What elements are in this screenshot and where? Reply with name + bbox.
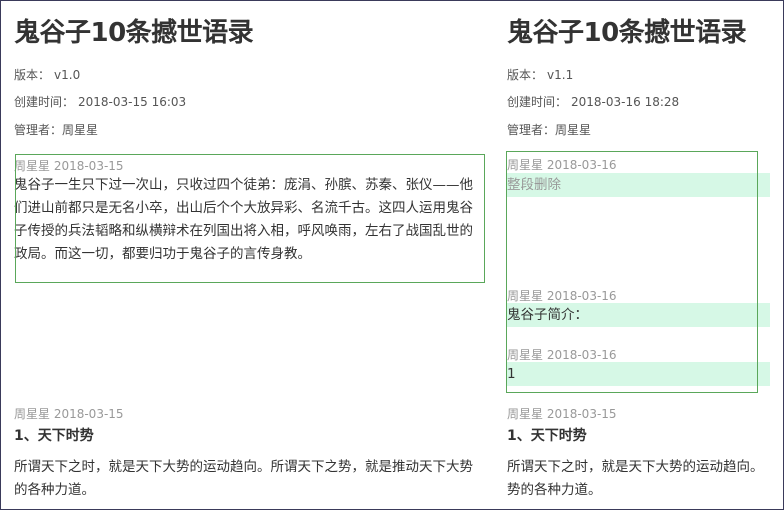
- section-paragraph[interactable]: 所谓天下之时，就是天下大势的运动趋向。所谓天下之势，就是推动天下大势的各种力道。: [14, 456, 484, 502]
- manager-value: 周星星: [62, 123, 99, 137]
- section-heading: 1、天下时势: [14, 428, 94, 444]
- manager-value: 周星星: [555, 123, 592, 137]
- created-row: 创建时间： 2018-03-16 18:28: [507, 93, 679, 110]
- created-row: 创建时间： 2018-03-15 16:03: [14, 93, 186, 110]
- created-label: 创建时间：: [507, 95, 568, 109]
- diff-change-box: [506, 151, 758, 393]
- version-label: 版本：: [507, 68, 544, 82]
- block-stamp: 周星星 2018-03-15: [507, 407, 617, 421]
- created-label: 创建时间：: [14, 95, 75, 109]
- version-label: 版本：: [14, 68, 51, 82]
- diff-change-box: [15, 154, 485, 283]
- version-row: 版本： v1.1: [507, 66, 573, 83]
- section-paragraph[interactable]: 所谓天下之时，就是天下大势的运动趋向。势的各种力道。: [507, 456, 772, 502]
- section-heading: 1、天下时势: [507, 428, 587, 444]
- doc-title: 鬼谷子10条撼世语录: [507, 18, 747, 48]
- version-row: 版本： v1.0: [14, 66, 80, 83]
- created-value: 2018-03-15 16:03: [78, 95, 187, 109]
- created-value: 2018-03-16 18:28: [571, 95, 680, 109]
- manager-row: 管理者：周星星: [507, 121, 591, 138]
- manager-label: 管理者：: [14, 123, 63, 137]
- block-stamp: 周星星 2018-03-15: [14, 407, 124, 421]
- manager-row: 管理者：周星星: [14, 121, 98, 138]
- manager-label: 管理者：: [507, 123, 556, 137]
- doc-title: 鬼谷子10条撼世语录: [14, 18, 254, 48]
- version-value: v1.0: [54, 68, 81, 82]
- version-value: v1.1: [547, 68, 574, 82]
